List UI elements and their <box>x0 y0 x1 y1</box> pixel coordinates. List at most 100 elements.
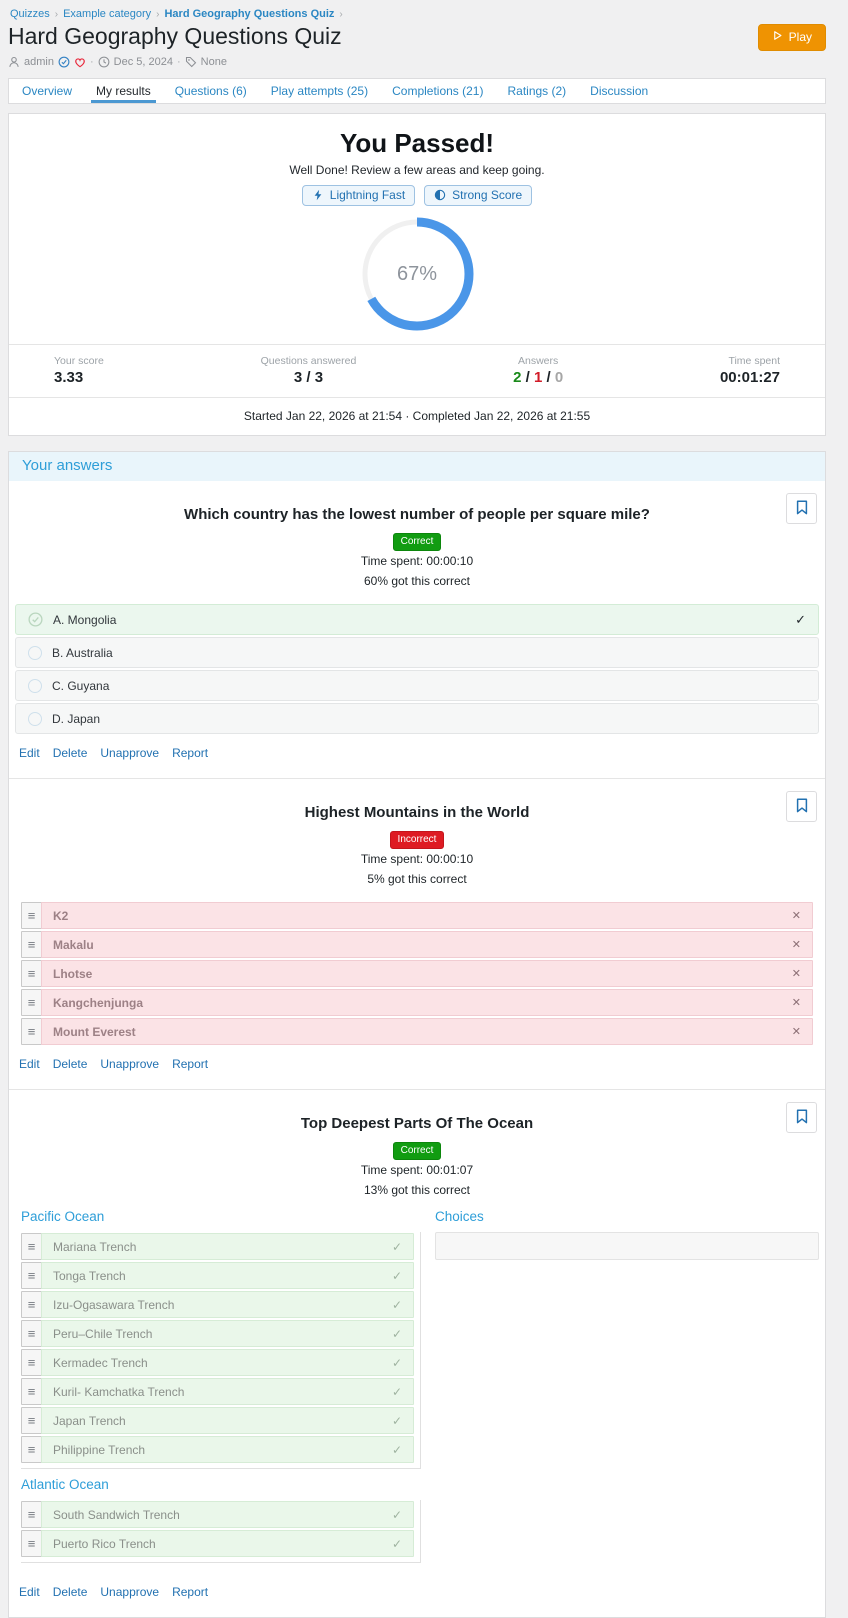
stats-row: Your score 3.33 Questions answered 3 / 3 Ans… <box>9 344 825 397</box>
action-delete[interactable]: Delete <box>53 1057 88 1071</box>
answer-option-label: C. Guyana <box>52 678 110 693</box>
sortable-item-label: Kangchenjunga <box>53 995 144 1010</box>
breadcrumb-link[interactable]: Example category <box>63 8 151 20</box>
action-delete[interactable]: Delete <box>53 1585 88 1599</box>
play-button[interactable]: Play <box>757 24 826 51</box>
correct-check-icon: ✓ <box>391 1536 402 1551</box>
drag-handle-icon[interactable]: ≡ <box>21 1349 42 1376</box>
sortable-item: ≡ Japan Trench ✓ <box>21 1407 414 1434</box>
stat-label: Questions answered <box>260 355 357 367</box>
tab-my-results[interactable]: My results <box>91 79 156 103</box>
sortable-item-label: Lhotse <box>53 966 93 981</box>
answer-option: C. Guyana <box>15 670 819 701</box>
bookmark-icon <box>796 1108 808 1127</box>
correct-check-icon: ✓ <box>391 1326 402 1341</box>
play-icon <box>772 30 783 44</box>
question-correct-stat: 5% got this correct <box>367 872 467 886</box>
action-edit[interactable]: Edit <box>19 1585 40 1599</box>
result-summary-card: You Passed! Well Done! Review a few area… <box>8 113 826 436</box>
bookmark-button[interactable] <box>786 791 817 822</box>
post-date: Dec 5, 2024 <box>113 56 173 68</box>
sortable-item: ≡ Lhotse ✕ <box>21 960 813 987</box>
drag-handle-icon[interactable]: ≡ <box>21 989 42 1016</box>
play-button-label: Play <box>788 30 812 44</box>
sortable-item: ≡ Izu-Ogasawara Trench ✓ <box>21 1291 414 1318</box>
stat-label: Your score <box>54 355 104 367</box>
incorrect-x-icon: ✕ <box>791 910 801 922</box>
question-actions: Edit Delete Unapprove Report <box>15 1047 819 1085</box>
breadcrumb-link[interactable]: Quizzes <box>10 8 50 20</box>
incorrect-x-icon: ✕ <box>791 1026 801 1038</box>
action-unapprove[interactable]: Unapprove <box>100 1585 159 1599</box>
sortable-item-label: Mariana Trench <box>53 1239 137 1254</box>
correct-check-icon: ✓ <box>795 611 806 627</box>
action-report[interactable]: Report <box>172 1585 208 1599</box>
answer-option-label: B. Australia <box>52 645 113 660</box>
sortable-item: ≡ Puerto Rico Trench ✓ <box>21 1530 414 1557</box>
bookmark-button[interactable] <box>786 493 817 524</box>
result-subheading: Well Done! Review a few areas and keep g… <box>289 163 545 177</box>
result-badge-label: Lightning Fast <box>329 188 406 202</box>
stat-your-score: Your score 3.33 <box>54 355 104 386</box>
sortable-item-label: Izu-Ogasawara Trench <box>53 1297 175 1312</box>
title-row: Hard Geography Questions Quiz Play <box>8 23 826 51</box>
drag-handle-icon[interactable]: ≡ <box>21 1501 42 1528</box>
incorrect-x-icon: ✕ <box>791 968 801 980</box>
tab-questions-6[interactable]: Questions (6) <box>175 79 247 103</box>
question-status-badge: Correct <box>392 1142 442 1160</box>
drag-handle-icon[interactable]: ≡ <box>21 902 42 929</box>
answer-option: D. Japan <box>15 703 819 734</box>
tab-play-attempts-25[interactable]: Play attempts (25) <box>271 79 368 103</box>
correct-check-icon: ✓ <box>391 1384 402 1399</box>
tab-overview[interactable]: Overview <box>22 79 72 103</box>
sortable-item-label: Puerto Rico Trench <box>53 1536 156 1551</box>
question-actions: Edit Delete Unapprove Report <box>15 736 819 774</box>
question-title: Highest Mountains in the World <box>304 804 530 821</box>
breadcrumb: Quizzes › Example category › Hard Geography … <box>8 6 826 20</box>
radio-icon <box>28 678 42 693</box>
drag-handle-icon[interactable]: ≡ <box>21 1291 42 1318</box>
bookmark-button[interactable] <box>786 1102 817 1133</box>
action-edit[interactable]: Edit <box>19 746 40 760</box>
correct-check-icon: ✓ <box>391 1268 402 1283</box>
action-unapprove[interactable]: Unapprove <box>100 1057 159 1071</box>
sortable-item-label: Japan Trench <box>53 1413 126 1428</box>
correct-check-icon: ✓ <box>391 1355 402 1370</box>
drag-handle-icon[interactable]: ≡ <box>21 1530 42 1557</box>
tab-discussion[interactable]: Discussion <box>590 79 648 103</box>
tab-ratings-2[interactable]: Ratings (2) <box>507 79 566 103</box>
question-status-badge: Correct <box>392 533 442 551</box>
sortable-item: ≡ Peru–Chile Trench ✓ <box>21 1320 414 1347</box>
verified-check-icon <box>58 56 70 68</box>
action-report[interactable]: Report <box>172 746 208 760</box>
correct-check-icon: ✓ <box>391 1239 402 1254</box>
tab-completions-21[interactable]: Completions (21) <box>392 79 483 103</box>
drag-handle-icon[interactable]: ≡ <box>21 931 42 958</box>
sortable-item-label: K2 <box>53 908 69 923</box>
action-report[interactable]: Report <box>172 1057 208 1071</box>
drag-handle-icon[interactable]: ≡ <box>21 1018 42 1045</box>
result-badge: Strong Score <box>424 185 533 206</box>
action-unapprove[interactable]: Unapprove <box>100 746 159 760</box>
lightning-icon <box>312 189 324 201</box>
result-badges: Lightning Fast Strong Score <box>9 185 825 206</box>
action-edit[interactable]: Edit <box>19 1057 40 1071</box>
sortable-item-label: Philippine Trench <box>53 1442 146 1457</box>
drag-handle-icon[interactable]: ≡ <box>21 1320 42 1347</box>
sortable-item: ≡ Makalu ✕ <box>21 931 813 958</box>
breadcrumb-link[interactable]: Hard Geography Questions Quiz <box>164 8 334 20</box>
drag-handle-icon[interactable]: ≡ <box>21 1262 42 1289</box>
drag-handle-icon[interactable]: ≡ <box>21 1378 42 1405</box>
incorrect-x-icon: ✕ <box>791 939 801 951</box>
answers-count-gray: 0 <box>554 369 564 386</box>
sortable-item: ≡ Mount Everest ✕ <box>21 1018 813 1045</box>
stat-value: 3.33 <box>54 369 84 386</box>
drag-handle-icon[interactable]: ≡ <box>21 960 42 987</box>
meta-separator: · <box>89 56 94 68</box>
score-donut: 67% <box>359 216 475 332</box>
action-delete[interactable]: Delete <box>53 746 88 760</box>
sortable-item: ≡ K2 ✕ <box>21 902 813 929</box>
drag-handle-icon[interactable]: ≡ <box>21 1436 42 1463</box>
drag-handle-icon[interactable]: ≡ <box>21 1407 42 1434</box>
drag-handle-icon[interactable]: ≡ <box>21 1233 42 1260</box>
